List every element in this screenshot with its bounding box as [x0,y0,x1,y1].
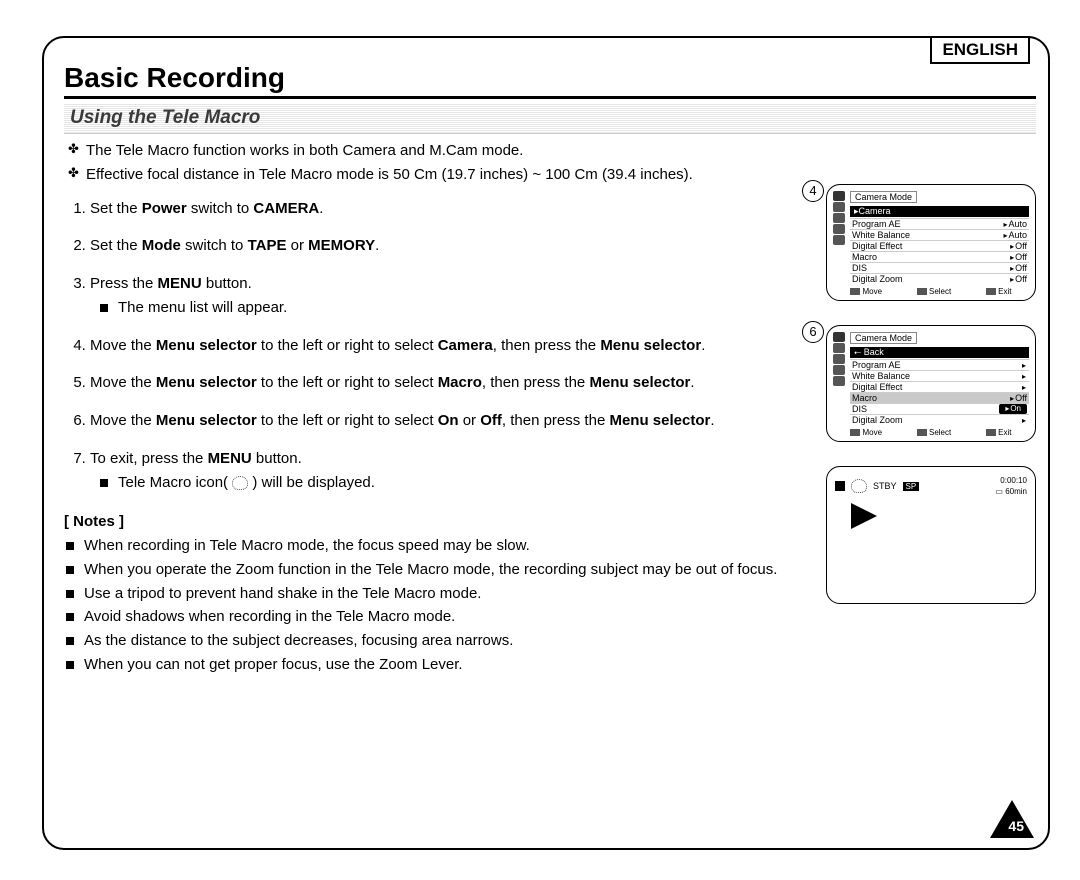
note-item: When you can not get proper focus, use t… [64,654,818,676]
osd6-row: White Balance [850,370,1029,381]
osd-foot-item: Select [917,428,951,437]
osd-foot-item: Select [917,287,951,296]
callout-6: 6 [802,321,824,343]
osd6-row: Program AE [850,359,1029,370]
timecode: 0:00:10 [995,475,1027,486]
note-item: When recording in Tele Macro mode, the f… [64,535,818,557]
osd4-row: Program AEAuto [850,218,1029,229]
play-icon [851,503,877,529]
osd6-row: DISOn [850,403,1029,414]
osd4-row: MacroOff [850,251,1029,262]
osd4-highlight: ▸Camera [850,206,1029,217]
osd4-title: Camera Mode [850,191,917,203]
step-item: Move the Menu selector to the left or ri… [90,372,818,394]
body-text: The Tele Macro function works in both Ca… [64,134,818,678]
page-number-badge: 45 [990,800,1034,838]
record-icon [835,481,845,491]
osd6-title: Camera Mode [850,332,917,344]
osd6-selected-row: MacroOff [850,392,1029,403]
notes-heading: [ Notes ] [64,511,818,533]
osd-figure-4: 4 Camera Mode ▸Camera Program AEAutoWhit… [826,184,1036,301]
step-item: Set the Mode switch to TAPE or MEMORY. [90,235,818,257]
step-item: Press the MENU button.The menu list will… [90,273,818,319]
note-item: When you operate the Zoom function in th… [64,559,818,581]
osd-foot-item: Move [850,287,882,296]
step-item: To exit, press the MENU button.Tele Macr… [90,448,818,494]
osd4-row: Digital ZoomOff [850,273,1029,284]
tape-remain: 60min [1005,487,1027,496]
status-figure: STBY SP 0:00:10 ▭ 60min [826,466,1036,604]
intro-bullet: Effective focal distance in Tele Macro m… [64,164,818,186]
note-item: Avoid shadows when recording in the Tele… [64,606,818,628]
step-sub: Tele Macro icon( ) will be displayed. [100,472,818,494]
callout-4: 4 [802,180,824,202]
osd-foot-item: Move [850,428,882,437]
step-item: Move the Menu selector to the left or ri… [90,410,818,432]
osd-figure-6: 6 Camera Mode ⭠ Back Program AEWhite Bal… [826,325,1036,442]
language-badge: ENGLISH [930,36,1030,64]
osd-foot-item: Exit [986,428,1011,437]
manual-page: ENGLISH Basic Recording Using the Tele M… [42,36,1050,850]
intro-bullet: The Tele Macro function works in both Ca… [64,140,818,162]
tele-macro-icon [232,476,248,490]
osd4-row: White BalanceAuto [850,229,1029,240]
step-sub: The menu list will appear. [100,297,818,319]
note-item: Use a tripod to prevent hand shake in th… [64,583,818,605]
sp-badge: SP [903,482,920,491]
osd6-back: ⭠ Back [850,347,1029,358]
section-subheading: Using the Tele Macro [64,103,1036,134]
osd4-row: DISOff [850,262,1029,273]
tele-macro-icon [851,479,867,493]
step-item: Move the Menu selector to the left or ri… [90,335,818,357]
note-item: As the distance to the subject decreases… [64,630,818,652]
osd4-row: Digital EffectOff [850,240,1029,251]
stby-label: STBY [873,481,897,491]
page-title: Basic Recording [64,62,1036,99]
step-item: Set the Power switch to CAMERA. [90,198,818,220]
osd6-row: Digital Zoom [850,414,1029,425]
osd-foot-item: Exit [986,287,1011,296]
osd6-row: Digital Effect [850,381,1029,392]
